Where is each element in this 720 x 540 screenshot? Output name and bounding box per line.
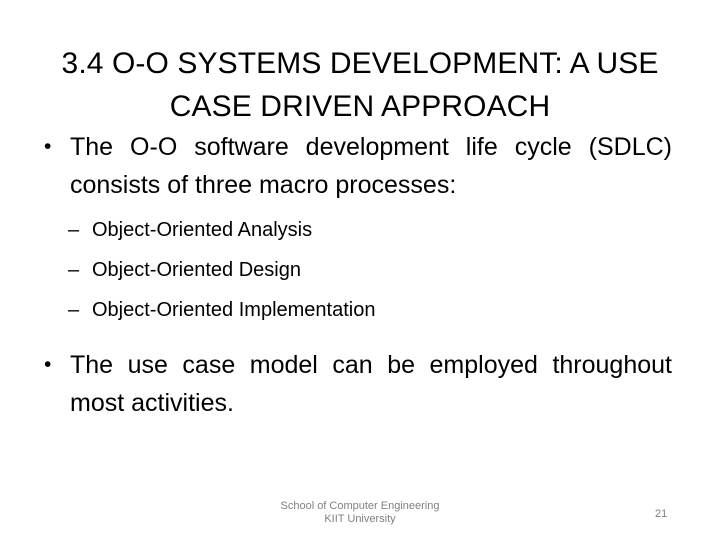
list-item-text: Object-Oriented Implementation <box>92 299 376 321</box>
list-item: – Object-Oriented Design <box>0 250 720 290</box>
slide-body: • The O-O software development life cycl… <box>0 128 720 422</box>
list-item: – Object-Oriented Analysis <box>0 210 720 250</box>
dash-marker-icon: – <box>68 259 80 281</box>
page-title: 3.4 O-O SYSTEMS DEVELOPMENT: A USE CASE … <box>61 47 659 124</box>
list-item-text: Object-Oriented Analysis <box>92 219 313 241</box>
page-number: 21 <box>655 508 668 520</box>
list-item: • The O-O software development life cycl… <box>0 128 720 204</box>
dash-marker-icon: – <box>68 299 80 321</box>
sub-list: – Object-Oriented Analysis – Object-Orie… <box>0 210 720 330</box>
list-item: • The use case model can be employed thr… <box>0 346 720 422</box>
list-item-text: The O-O software development life cycle … <box>70 133 672 199</box>
bullet-marker-icon: • <box>44 353 52 376</box>
dash-marker-icon: – <box>68 219 80 241</box>
list-item-text: The use case model can be employed throu… <box>70 351 672 417</box>
bullet-marker-icon: • <box>44 135 52 158</box>
list-item-text: Object-Oriented Design <box>92 259 301 281</box>
footer-organization: School of Computer Engineering <box>280 500 440 512</box>
slide-footer: School of Computer Engineering KIIT Univ… <box>0 500 720 526</box>
presentation-slide: 3.4 O-O SYSTEMS DEVELOPMENT: A USE CASE … <box>0 0 720 540</box>
list-item: – Object-Oriented Implementation <box>0 290 720 330</box>
footer-university: KIIT University <box>324 513 396 525</box>
